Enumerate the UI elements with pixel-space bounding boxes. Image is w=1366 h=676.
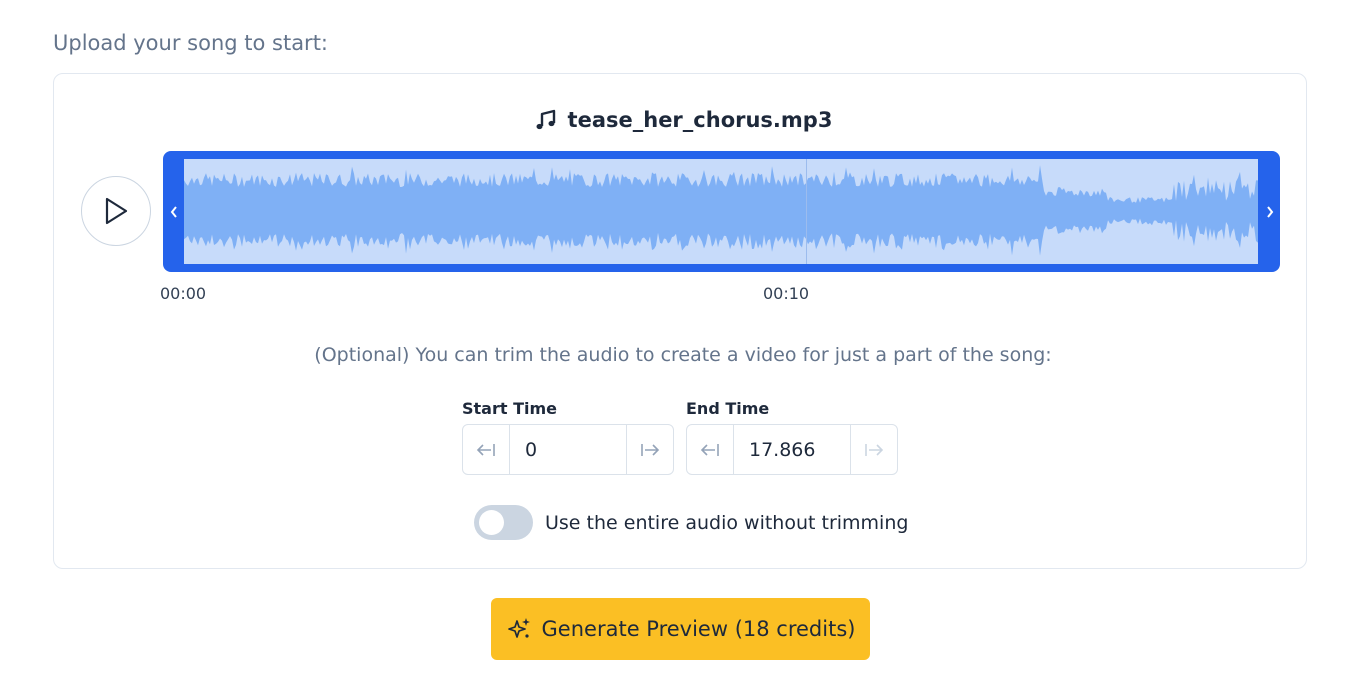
playhead-marker (806, 159, 807, 264)
start-time-input[interactable] (509, 425, 627, 474)
waveform-graphic (184, 165, 1258, 256)
generate-preview-label: Generate Preview (18 credits) (541, 617, 856, 641)
end-time-label: End Time (686, 399, 770, 418)
end-time-input[interactable] (733, 425, 851, 474)
arrow-left-to-bar-icon (700, 443, 719, 456)
generate-preview-button[interactable]: Generate Preview (18 credits) (491, 598, 870, 660)
trim-start-handle[interactable] (163, 151, 184, 272)
chevron-left-icon (170, 205, 177, 218)
start-time-jump-back-button[interactable] (463, 425, 509, 474)
full-audio-toggle-row: Use the entire audio without trimming (474, 505, 908, 540)
trim-end-handle[interactable] (1259, 151, 1280, 272)
arrow-right-from-bar-icon (865, 443, 884, 456)
audio-card (53, 73, 1307, 569)
music-note-icon (536, 109, 555, 130)
start-time-group: Start Time (462, 399, 674, 475)
upload-prompt: Upload your song to start: (53, 31, 328, 55)
waveform (184, 159, 1258, 264)
waveform-path (184, 165, 1258, 256)
start-time-label: Start Time (462, 399, 557, 418)
end-time-group: End Time (686, 399, 898, 475)
toggle-knob (479, 510, 504, 535)
end-time-control (686, 424, 898, 475)
end-time-jump-back-button[interactable] (687, 425, 733, 474)
trim-instructions: (Optional) You can trim the audio to cre… (314, 344, 1052, 366)
chevron-right-icon (1266, 205, 1273, 218)
arrow-left-to-bar-icon (476, 443, 495, 456)
file-title: tease_her_chorus.mp3 (0, 108, 1366, 132)
arrow-right-from-bar-icon (641, 443, 660, 456)
play-icon (105, 197, 128, 225)
full-audio-toggle[interactable] (474, 505, 533, 540)
full-audio-toggle-label: Use the entire audio without trimming (545, 511, 909, 534)
file-name: tease_her_chorus.mp3 (567, 108, 833, 132)
sparkles-icon (507, 618, 530, 638)
timeline-tick-mid: 00:10 (763, 284, 810, 303)
timeline-tick-start: 00:00 (160, 284, 207, 303)
end-time-set-current-button[interactable] (851, 425, 897, 474)
play-button[interactable] (81, 176, 151, 246)
start-time-control (462, 424, 674, 475)
start-time-set-current-button[interactable] (627, 425, 673, 474)
waveform-region[interactable] (163, 151, 1280, 272)
